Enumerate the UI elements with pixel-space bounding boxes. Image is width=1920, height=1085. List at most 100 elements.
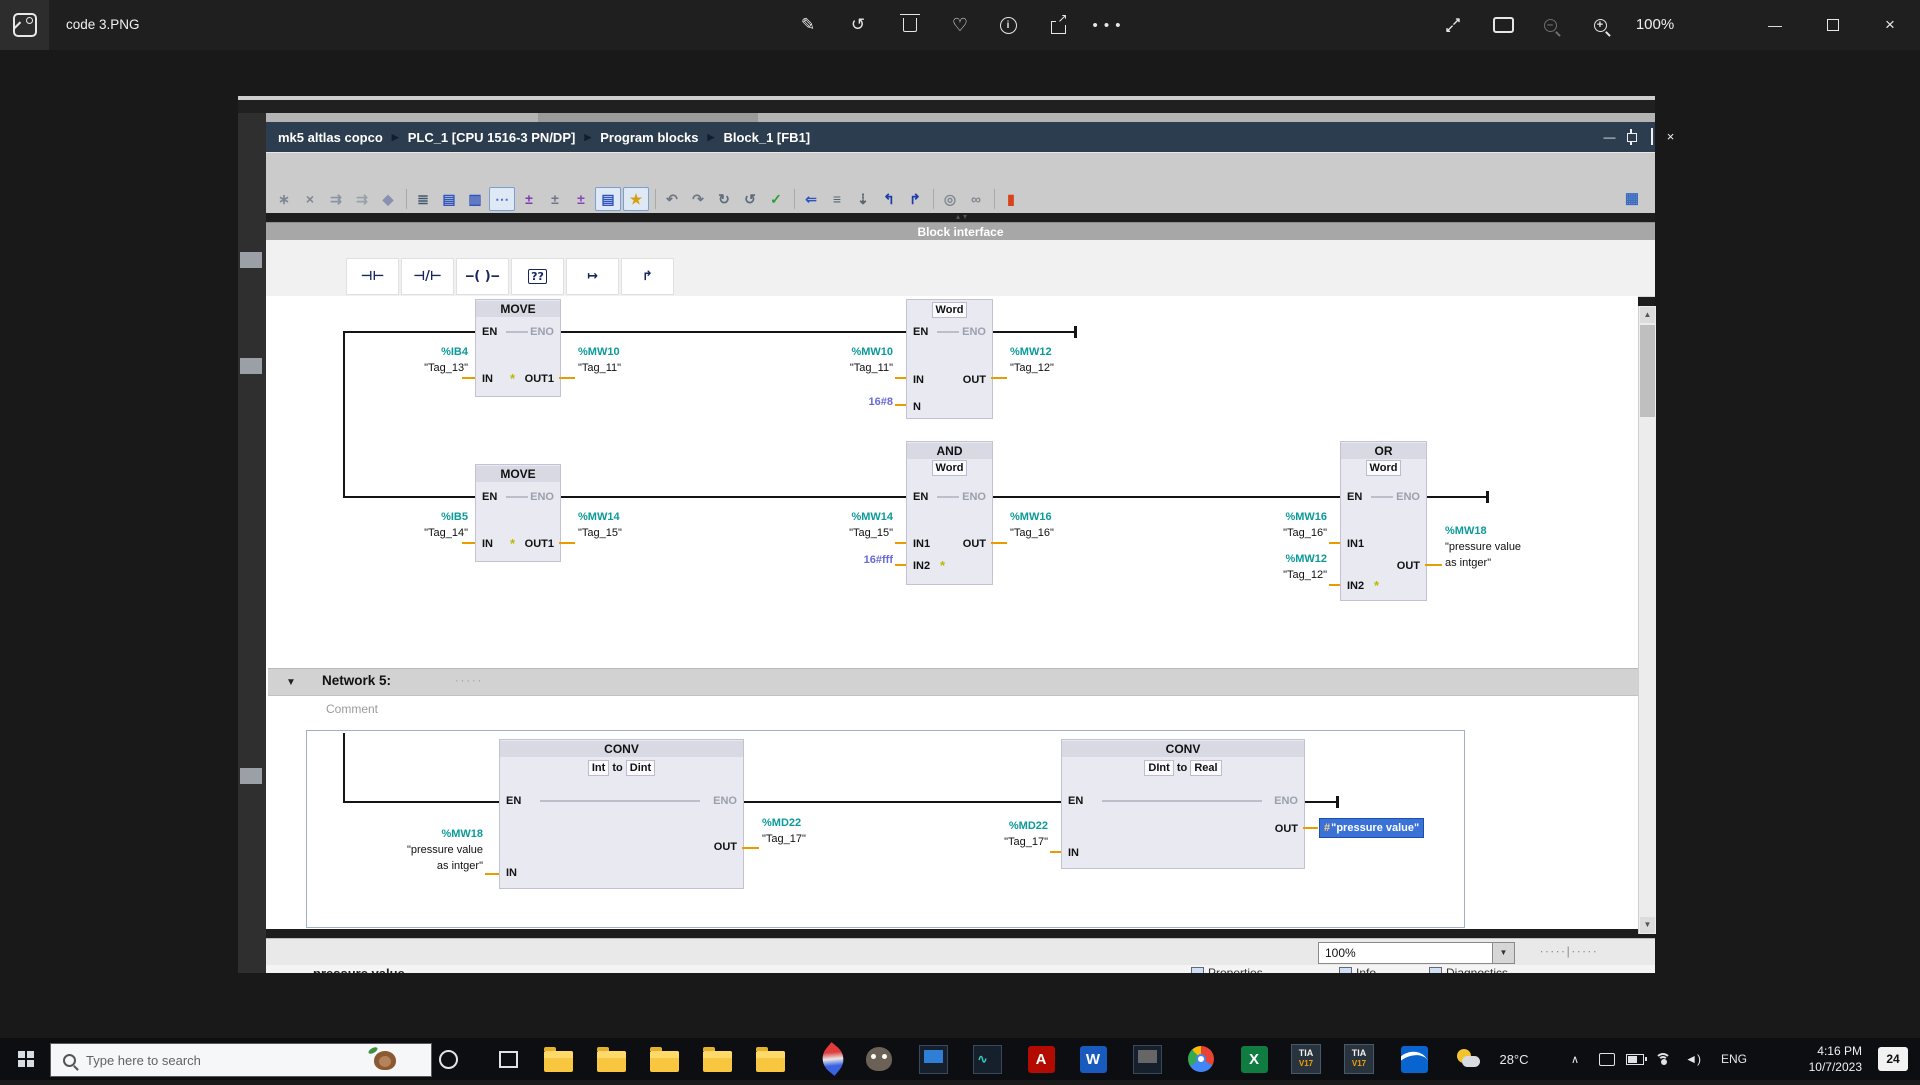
tia-toolbar-icon[interactable]: ≡ (825, 188, 849, 210)
weather-widget-icon[interactable] (1452, 1038, 1486, 1080)
tia-toolbar-icon[interactable]: ↰ (877, 188, 901, 210)
tia-toolbar-icon[interactable]: ± (569, 188, 593, 210)
zoom-out-button[interactable]: – (1527, 0, 1573, 50)
conversion-type-select[interactable]: Int to Dint (500, 760, 743, 776)
split-editor-icon[interactable]: ▦ (1620, 187, 1644, 209)
wifi-icon[interactable] (1650, 1038, 1676, 1080)
start-button[interactable] (0, 1038, 48, 1080)
zoom-in-button[interactable]: + (1577, 0, 1623, 50)
taskbar-app-tia-v17[interactable]: TIAV17 (1342, 1038, 1376, 1080)
constant-operand[interactable]: 16#8 (811, 394, 893, 410)
tia-toolbar-icon[interactable]: ⇉ (324, 188, 348, 210)
tia-toolbar-icon[interactable]: ⋯ (489, 187, 515, 211)
breadcrumb-block[interactable]: Block_1 [FB1] (723, 130, 810, 145)
tia-toolbar-icon[interactable]: ▤ (437, 188, 461, 210)
tia-toolbar-icon[interactable]: ↶ (660, 188, 684, 210)
tia-minimize-button[interactable]: — (1601, 129, 1618, 145)
tab-info[interactable]: Info (1356, 966, 1376, 973)
fbd-block-word[interactable]: Word EN ENO IN OUT N (906, 299, 993, 419)
weather-temperature[interactable]: 28°C (1488, 1038, 1540, 1080)
fbd-block-move[interactable]: MOVE EN ENO IN * OUT1 (475, 299, 561, 397)
fbd-block-conv[interactable]: CONV Int to Dint EN ENO OUT IN (499, 739, 744, 889)
conversion-type-select[interactable]: DInt to Real (1062, 760, 1304, 776)
taskbar-app-blue[interactable] (1397, 1038, 1431, 1080)
cortana-button[interactable] (432, 1038, 464, 1080)
tia-toolbar-icon[interactable]: ∞ (964, 188, 988, 210)
operand-tag[interactable]: %MW18 "pressure value as intger" (1445, 523, 1521, 571)
tray-chevron-icon[interactable]: ∧ (1562, 1038, 1588, 1080)
taskbar-app-folder[interactable] (594, 1038, 628, 1080)
more-button[interactable]: • • • (1084, 0, 1130, 50)
tia-toolbar-icon[interactable]: ⇉ (350, 188, 374, 210)
tia-toolbar-icon[interactable]: ◎ (938, 188, 962, 210)
pane-splitter-arrows[interactable]: ▴▾ (945, 211, 981, 222)
volume-icon[interactable]: ◄) (1678, 1038, 1708, 1080)
tia-close-button[interactable]: × (1662, 129, 1679, 145)
operand-tag[interactable]: %MW18 "pressure value as intger" (381, 826, 483, 874)
restore-button[interactable] (1810, 0, 1856, 50)
operand-tag[interactable]: %MW10"Tag_11" (791, 344, 893, 376)
network-comment[interactable]: Comment (326, 702, 378, 716)
operand-tag[interactable]: %IB5"Tag_14" (366, 509, 468, 541)
favorite-button[interactable]: ♡ (937, 0, 983, 50)
scroll-up-icon[interactable]: ▲ (1640, 307, 1655, 323)
taskbar-app-chrome[interactable] (1184, 1038, 1218, 1080)
scroll-down-icon[interactable]: ▼ (1640, 917, 1655, 933)
tia-toolbar-icon[interactable]: ∗ (272, 188, 296, 210)
tia-toolbar-icon[interactable]: ≣ (411, 188, 435, 210)
block-interface-bar[interactable]: Block interface (266, 222, 1655, 241)
search-highlight-groundhog-icon[interactable] (368, 1048, 402, 1072)
clock[interactable]: 4:16 PM 10/7/2023 (1762, 1038, 1862, 1085)
taskbar-app-acrobat[interactable]: A (1024, 1038, 1058, 1080)
lad-favorite-coil-icon[interactable]: ‒( )‒ (456, 258, 509, 295)
tab-properties[interactable]: Properties (1208, 966, 1263, 973)
taskbar-app-feather[interactable] (816, 1038, 850, 1080)
tia-toolbar-icon[interactable]: ↱ (903, 188, 927, 210)
operand-tag[interactable]: %MD22"Tag_17" (762, 815, 806, 847)
taskbar-app-wave[interactable]: ∿ (970, 1038, 1004, 1080)
minimize-button[interactable]: — (1752, 0, 1798, 50)
lad-favorite-close-branch-icon[interactable]: ↱ (621, 258, 674, 295)
tia-toolbar-icon[interactable]: ⇐ (799, 188, 823, 210)
selected-operand[interactable]: #"pressure value" (1319, 818, 1424, 838)
fit-to-window-button[interactable] (1480, 0, 1526, 50)
fbd-block-conv[interactable]: CONV DInt to Real EN ENO OUT IN (1061, 739, 1305, 869)
tia-toolbar-icon[interactable]: ↷ (686, 188, 710, 210)
task-view-button[interactable] (492, 1038, 524, 1080)
tia-toolbar-icon[interactable]: ± (543, 188, 567, 210)
tia-toolbar-icon[interactable]: ↺ (738, 188, 762, 210)
taskbar-app-folder[interactable] (541, 1038, 575, 1080)
taskbar-app-word[interactable]: W (1076, 1038, 1110, 1080)
fbd-block-move[interactable]: MOVE EN ENO IN * OUT1 (475, 464, 561, 562)
taskbar-app-tia-v17[interactable]: TIAV17 (1289, 1038, 1323, 1080)
breadcrumb-program-blocks[interactable]: Program blocks (600, 130, 698, 145)
vertical-scrollbar[interactable]: ▲ ▼ (1638, 306, 1656, 934)
tia-float-button[interactable] (1622, 129, 1639, 145)
tia-toolbar-icon[interactable]: ± (517, 188, 541, 210)
tia-toolbar-icon[interactable]: ▮ (999, 188, 1023, 210)
lad-editor-canvas[interactable]: MOVE EN ENO IN * OUT1 %IB4"Tag_13" %MW10… (266, 296, 1638, 929)
tia-toolbar-icon[interactable]: ✓ (764, 188, 788, 210)
taskbar-app-folder[interactable] (647, 1038, 681, 1080)
tia-maximize-button[interactable] (1643, 129, 1660, 145)
editor-zoom-select[interactable]: 100% (1318, 942, 1500, 964)
zoom-slider[interactable]: ∙∙∙∙∙|∙∙∙∙∙ (1540, 942, 1650, 962)
search-input[interactable]: Type here to search (50, 1043, 432, 1077)
taskbar-app-folder[interactable] (700, 1038, 734, 1080)
edit-image-button[interactable]: ✎ (785, 0, 831, 50)
block-type-select[interactable]: Word (907, 302, 992, 318)
operand-tag[interactable]: %MW10"Tag_11" (578, 344, 621, 376)
operand-tag[interactable]: %MW16"Tag_16" (1010, 509, 1054, 541)
operand-tag[interactable]: %MW14"Tag_15" (578, 509, 622, 541)
info-button[interactable]: i (985, 0, 1031, 50)
notification-badge[interactable]: 24 (1878, 1047, 1908, 1071)
tia-toolbar-icon[interactable]: × (298, 188, 322, 210)
lad-favorite-contact-no-icon[interactable]: ⊣⊢ (346, 258, 399, 295)
breadcrumb-project[interactable]: mk5 altlas copco (278, 130, 383, 145)
taskbar-app-gimp[interactable] (862, 1038, 896, 1080)
language-indicator[interactable]: ENG (1714, 1038, 1754, 1080)
battery-icon[interactable] (1622, 1038, 1648, 1080)
operand-tag[interactable]: %IB4"Tag_13" (366, 344, 468, 376)
scrollbar-thumb[interactable] (1640, 325, 1655, 417)
tia-toolbar-icon[interactable]: ▤ (595, 187, 621, 211)
